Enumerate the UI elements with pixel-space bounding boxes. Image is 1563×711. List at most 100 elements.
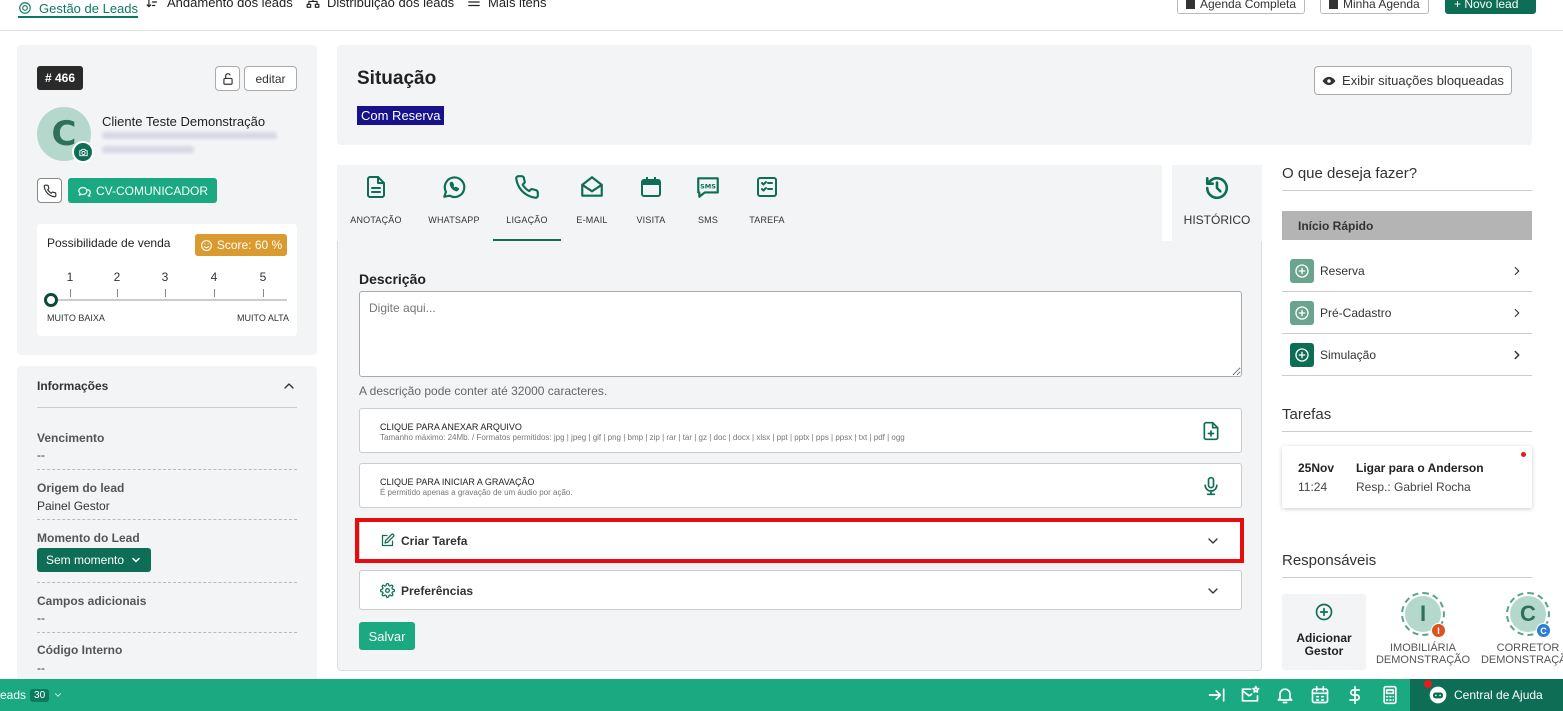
smile-icon	[200, 239, 213, 252]
tab-label: E-MAIL	[576, 215, 608, 225]
cv-comunicador-button[interactable]: CV-COMUNICADOR	[68, 178, 217, 203]
chevron-up-icon[interactable]	[281, 378, 297, 394]
chevron-down-icon	[130, 554, 142, 566]
scale-tick: 2	[113, 270, 121, 284]
tab-label: WHATSAPP	[428, 215, 480, 225]
scale-tick-mark	[214, 289, 215, 297]
agenda-completa-button[interactable]: Agenda Completa	[1177, 0, 1306, 14]
scale-max-label: MUITO ALTA	[237, 313, 290, 323]
help-center-button[interactable]: Central de Ajuda	[1410, 679, 1563, 711]
criar-tarefa-label: Criar Tarefa	[401, 533, 468, 548]
tab-sms[interactable]: SMS SMS	[687, 165, 729, 241]
preferencias-label: Preferências	[401, 583, 474, 598]
chat-bot-icon	[1428, 685, 1448, 705]
camera-icon[interactable]	[72, 141, 94, 163]
exibir-situacoes-button[interactable]: Exibir situações bloqueadas	[1314, 66, 1512, 95]
nav-tab-distribuicao[interactable]: Distribuição dos leads	[306, 0, 454, 11]
divider	[37, 519, 297, 520]
field-label: Vencimento	[37, 431, 105, 445]
unlock-icon	[221, 72, 235, 86]
calendar-icon	[1329, 0, 1338, 9]
nav-tab-label: Gestão de Leads	[39, 0, 139, 16]
scale-min-label: MUITO BAIXA	[47, 313, 105, 323]
phone-icon	[43, 184, 57, 198]
responsavel-corretor[interactable]: C C CORRETORDEMONSTRAÇÃO	[1473, 592, 1563, 666]
role-badge: I	[1431, 623, 1446, 638]
sale-slider-handle[interactable]	[44, 293, 58, 307]
responsavel-imobiliaria[interactable]: I I IMOBILIÁRIA DEMONSTRAÇÃO	[1368, 592, 1478, 666]
divider	[1282, 190, 1532, 191]
info-title: Informações	[37, 379, 109, 393]
sale-possibility-box: Possibilidade de venda Score: 60 % 1 2 3…	[37, 224, 297, 336]
quick-item-pre-cadastro[interactable]: Pré-Cadastro	[1282, 292, 1532, 334]
ligacao-form: Descrição A descrição pode conter até 32…	[337, 241, 1262, 671]
divider	[1282, 577, 1532, 578]
chevron-right-icon	[1510, 348, 1524, 362]
quick-start-header: Início Rápido	[1282, 211, 1532, 240]
tab-tarefa[interactable]: TAREFA	[745, 165, 789, 241]
lock-button[interactable]	[215, 66, 240, 91]
phone-button[interactable]	[37, 178, 62, 203]
responsavel-label-line2: DEMONSTRAÇÃO	[1480, 654, 1563, 666]
field-value: Painel Gestor	[37, 499, 110, 513]
criar-tarefa-accordion[interactable]: Criar Tarefa	[359, 520, 1242, 560]
minha-agenda-button[interactable]: Minha Agenda	[1320, 0, 1429, 14]
tab-historico[interactable]: HISTÓRICO	[1172, 165, 1262, 241]
edit-button[interactable]: editar	[244, 66, 297, 91]
tab-ligacao[interactable]: LIGAÇÃO	[493, 165, 561, 241]
attach-subtitle: Tamanho máximo: 24Mb. / Formatos permiti…	[380, 433, 905, 442]
field-label: Código Interno	[37, 643, 123, 657]
collapse-right-icon[interactable]	[1207, 685, 1227, 705]
responsavel-label: IMOBILIÁRIA DEMONSTRAÇÃO	[1376, 642, 1470, 666]
task-card[interactable]: 25Nov 11:24 Ligar para o Anderson Resp.:…	[1282, 446, 1532, 508]
target-icon	[18, 1, 32, 15]
novo-lead-button[interactable]: + Novo lead	[1445, 0, 1536, 14]
quick-item-simulacao[interactable]: Simulação	[1282, 334, 1532, 376]
status-badge: Com Reserva	[357, 106, 445, 125]
tab-whatsapp[interactable]: WHATSAPP	[425, 165, 483, 241]
situacao-title: Situação	[357, 68, 437, 89]
nav-tab-mais-itens[interactable]: Mais itens	[467, 0, 547, 11]
save-button[interactable]: Salvar	[359, 622, 415, 650]
sitemap-icon	[306, 0, 320, 9]
dollar-icon[interactable]	[1345, 685, 1365, 705]
bell-icon[interactable]	[1275, 685, 1295, 705]
info-panel: Informações Vencimento -- Origem do lead…	[17, 366, 317, 686]
eye-icon	[1322, 74, 1336, 88]
nav-tab-gestao-leads[interactable]: Gestão de Leads	[18, 0, 139, 18]
attach-file-box[interactable]: CLIQUE PARA ANEXAR ARQUIVO Tamanho máxim…	[359, 408, 1242, 453]
description-input[interactable]	[359, 291, 1242, 377]
scale-tick: 5	[259, 270, 267, 284]
quick-item-reserva[interactable]: Reserva	[1282, 250, 1532, 292]
mail-star-icon[interactable]	[1240, 685, 1260, 705]
tab-anotacao[interactable]: ANOTAÇÃO	[345, 165, 407, 241]
score-label: Score: 60 %	[216, 238, 283, 252]
tab-label: ANOTAÇÃO	[350, 215, 402, 225]
tab-label: SMS	[697, 215, 719, 225]
record-audio-box[interactable]: CLIQUE PARA INICIAR A GRAVAÇÃO É permiti…	[359, 463, 1242, 508]
chat-icon	[77, 184, 91, 198]
help-center-label: Central de Ajuda	[1454, 688, 1543, 702]
divider	[37, 582, 297, 583]
leads-counter[interactable]: eads 30	[0, 688, 63, 702]
minha-agenda-label: Minha Agenda	[1343, 0, 1420, 11]
add-gestor-button[interactable]: Adicionar Gestor	[1282, 594, 1366, 670]
gear-icon	[380, 583, 395, 598]
nav-tab-andamento[interactable]: Andamento dos leads	[146, 0, 293, 11]
plus-circle-icon	[1290, 300, 1314, 325]
calendar-icon[interactable]	[1310, 685, 1330, 705]
sale-slider-track[interactable]	[51, 299, 287, 301]
tab-visita[interactable]: VISITA	[629, 165, 673, 241]
divider	[1282, 431, 1532, 432]
field-value: --	[37, 661, 45, 675]
lead-name: Cliente Teste Demonstração	[102, 114, 266, 129]
preferencias-accordion[interactable]: Preferências	[359, 570, 1242, 610]
tab-email[interactable]: E-MAIL	[569, 165, 615, 241]
sms-icon: SMS	[695, 174, 721, 200]
chevron-right-icon	[1510, 264, 1524, 278]
momento-dropdown[interactable]: Sem momento	[37, 548, 151, 572]
criar-tarefa-header: Criar Tarefa	[380, 533, 467, 548]
redacted-email	[102, 132, 277, 139]
calculator-icon[interactable]	[1380, 685, 1400, 705]
responsavel-label-line1: IMOBILIÁRIA	[1389, 642, 1457, 654]
